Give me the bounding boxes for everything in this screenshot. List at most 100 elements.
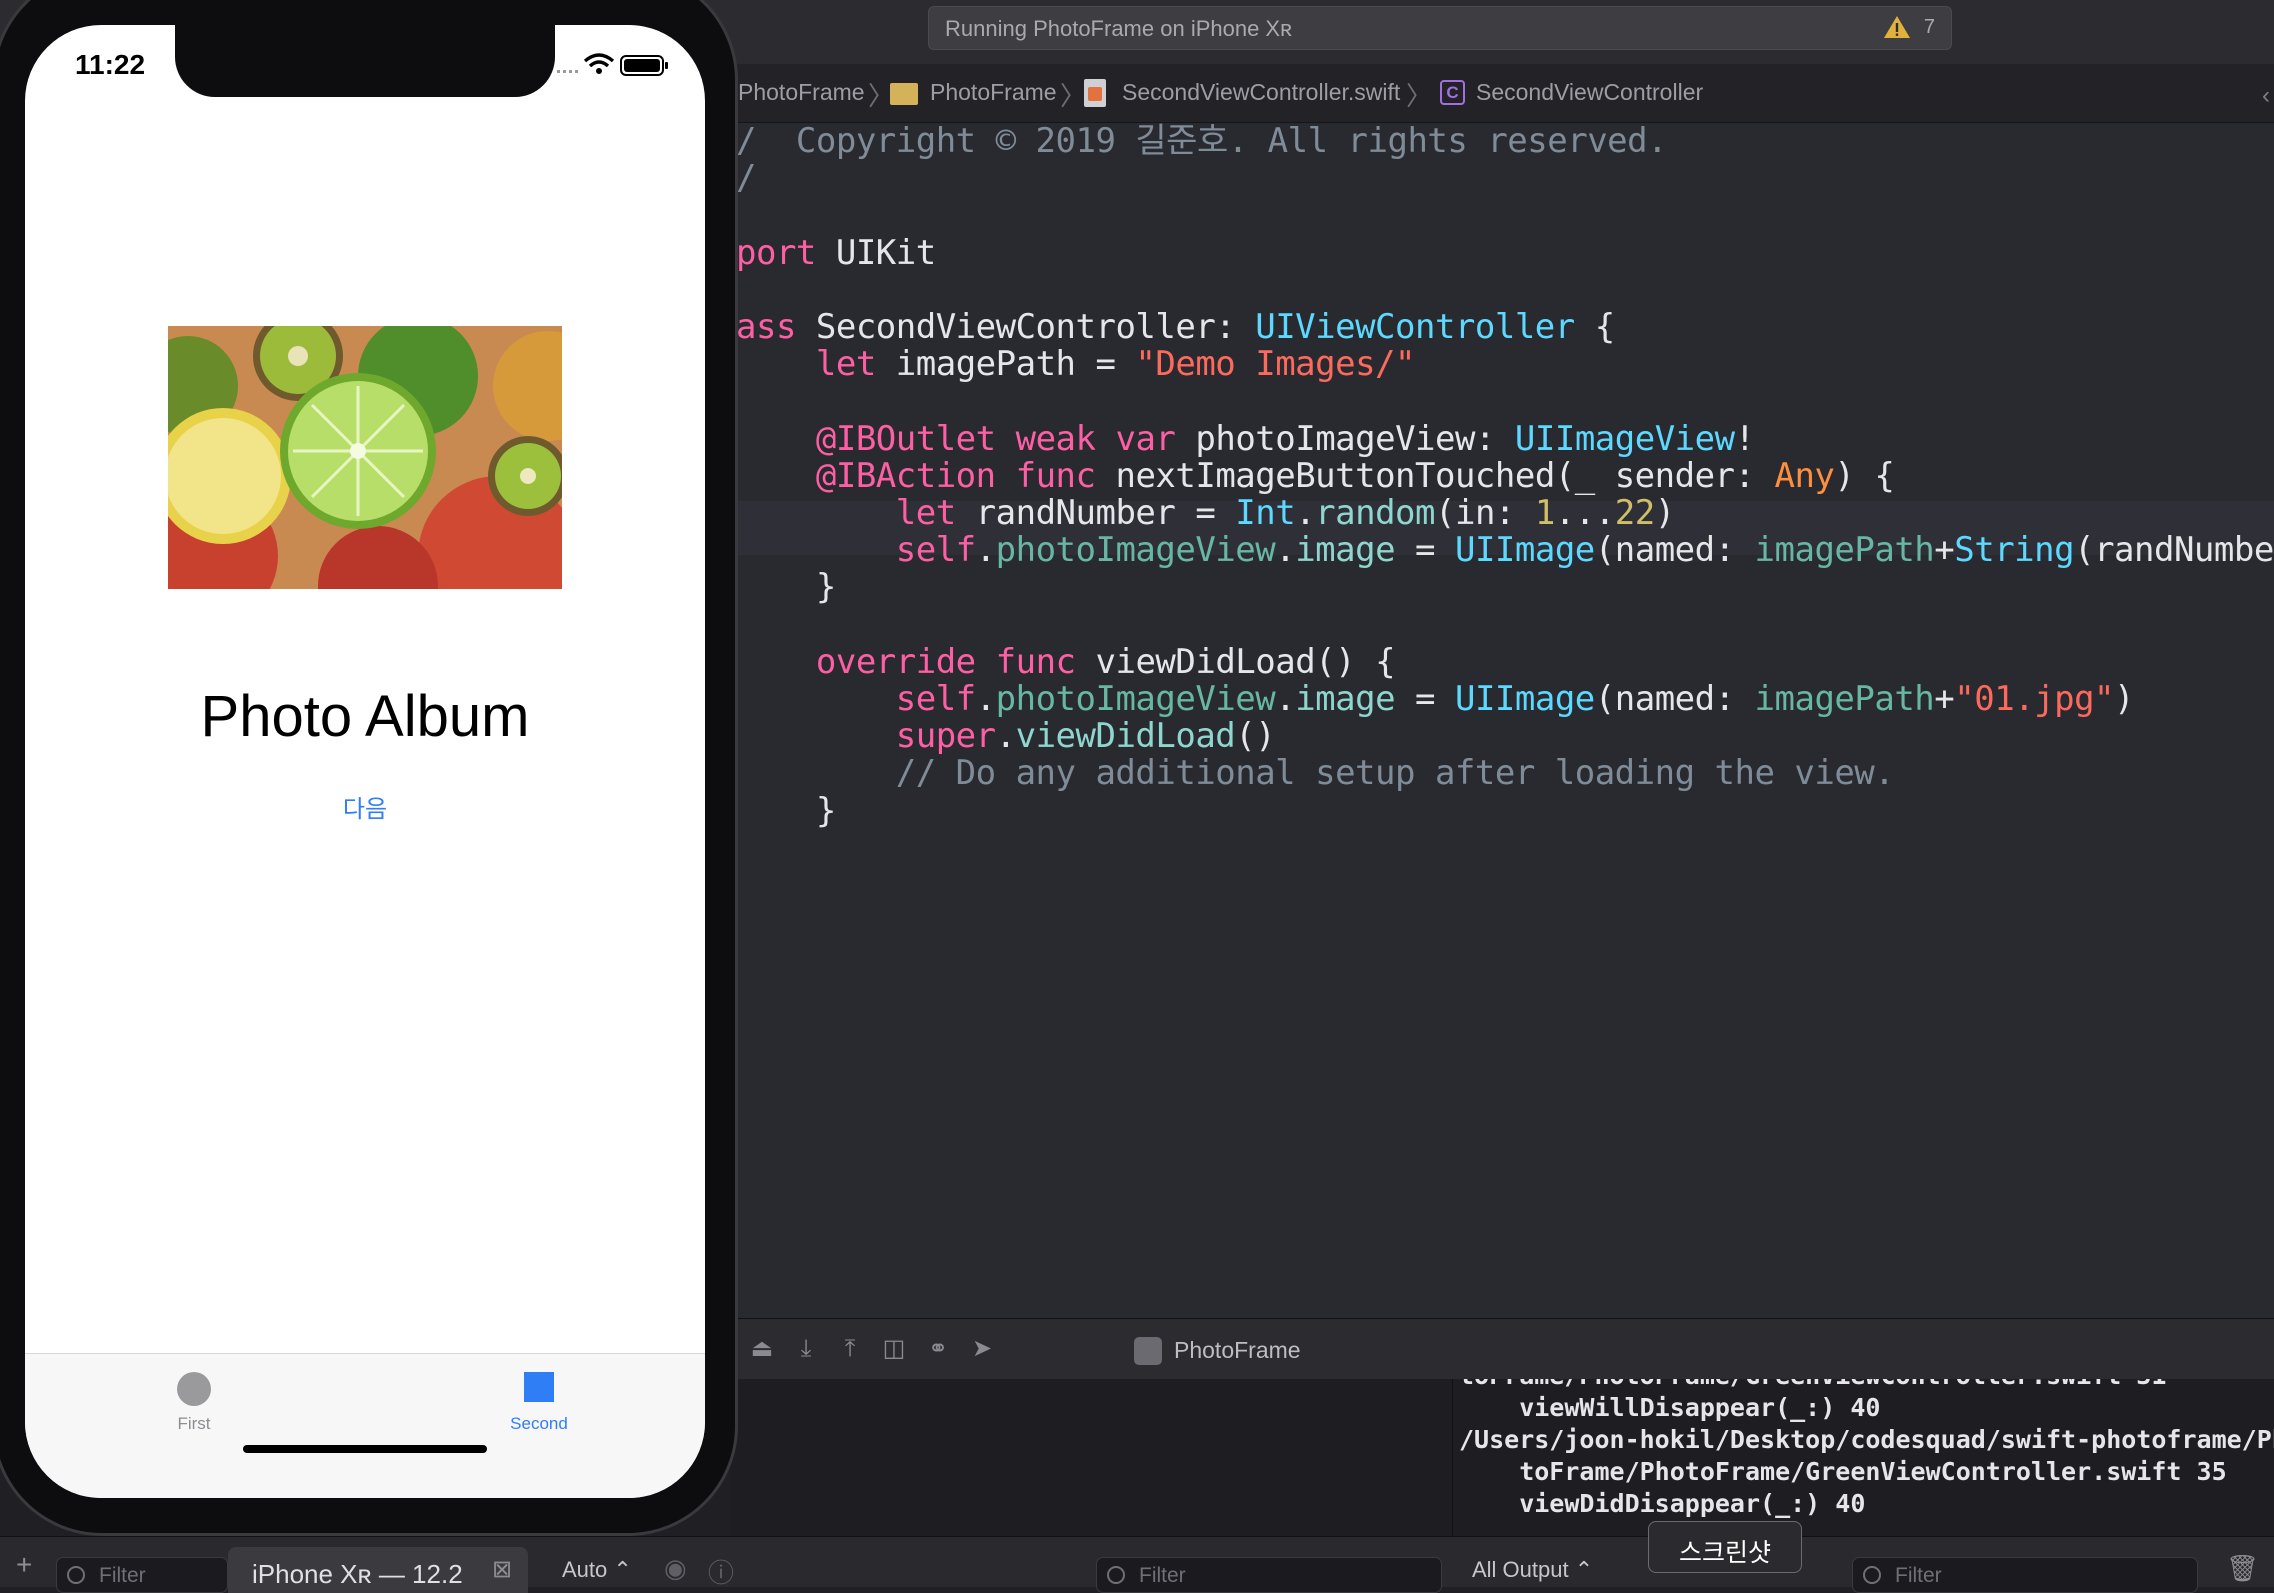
debug-bar: ⏏ ⤓ ⤒ ◫ ⚭ ➤ PhotoFrame	[730, 1318, 2274, 1380]
swift-file-icon	[1084, 79, 1106, 107]
filter-placeholder: Filter	[99, 1564, 146, 1587]
code-token: imagePath =	[875, 344, 1136, 385]
tab-first-icon[interactable]	[177, 1372, 211, 1406]
breadcrumb-file[interactable]: SecondViewController.swift	[1122, 79, 1400, 106]
breadcrumb-separator-icon: 〉	[1406, 81, 1433, 111]
filter-placeholder: Filter	[1139, 1564, 1186, 1587]
app-target-icon	[1134, 1337, 1162, 1365]
activity-view[interactable]: Running PhotoFrame on iPhone Xʀ 7	[928, 6, 1952, 50]
code-token: )	[2114, 679, 2135, 719]
code-token: UIKit	[815, 232, 936, 273]
code-token: {	[1574, 307, 1615, 347]
console-line: toFrame/PhotoFrame/GreenViewController.s…	[1459, 1457, 2227, 1486]
code-line: /	[736, 151, 756, 205]
code-line: self.photoImageView.image = UIImage(name…	[736, 523, 2274, 577]
debug-target-label[interactable]: PhotoFrame	[1174, 1337, 1301, 1364]
filter-placeholder: Filter	[1895, 1564, 1942, 1587]
code-line: }	[736, 560, 836, 614]
step-over-icon[interactable]: ⤓	[792, 1335, 820, 1363]
eye-icon[interactable]: ◉	[664, 1553, 687, 1584]
album-title: Photo Album	[200, 684, 530, 749]
console-line: viewWillDisappear(_:) 40	[1459, 1393, 1881, 1422]
jump-bar: PhotoFrame 〉 PhotoFrame 〉 SecondViewCont…	[730, 64, 2274, 123]
code-token: image	[1295, 530, 1396, 571]
code-token: .	[1275, 530, 1296, 571]
code-token: photoImageView	[995, 530, 1276, 571]
filter-icon	[67, 1566, 85, 1584]
bottom-bar: + Filter iPhone Xʀ — 12.2 ⊠ Auto ⌃ ◉ ⓘ F…	[0, 1536, 2274, 1593]
trash-icon[interactable]: 🗑	[2226, 1553, 2259, 1584]
next-button[interactable]: 다음	[25, 789, 705, 824]
code-token: +	[1934, 679, 1955, 719]
code-token: // Do any additional setup after loading…	[736, 753, 1895, 794]
code-token: .	[975, 530, 996, 571]
code-token: ) {	[1834, 455, 1895, 496]
tab-bar: First Second	[25, 1353, 705, 1498]
cellular-signal-icon	[557, 70, 578, 73]
all-output-selector[interactable]: All Output ⌃	[1472, 1557, 1593, 1583]
navigator-filter-field[interactable]: Filter	[56, 1557, 228, 1593]
folder-icon	[890, 83, 918, 105]
tab-second-label[interactable]: Second	[489, 1414, 589, 1434]
iphone-simulator: 11:22 Photo Album 다음 First Second	[0, 0, 738, 1536]
auto-selector[interactable]: Auto ⌃	[562, 1557, 632, 1583]
code-line: let imagePath = "Demo Images/"	[736, 337, 1416, 391]
code-line: // Do any additional setup after loading…	[736, 746, 1895, 800]
tooltip-text: 스크린샷	[1678, 1539, 1771, 1567]
code-token: (named:	[1594, 530, 1755, 571]
breadcrumb-symbol[interactable]: SecondViewController	[1476, 79, 1703, 106]
wifi-icon	[583, 53, 615, 74]
info-icon[interactable]: ⓘ	[708, 1553, 734, 1590]
code-token: port	[736, 232, 816, 273]
source-editor[interactable]: / Copyright © 2019 길준호. All rights reser…	[730, 123, 2274, 1318]
filter-icon	[1863, 1566, 1881, 1584]
class-symbol-icon: C	[1440, 80, 1465, 105]
code-token: }	[736, 790, 836, 831]
code-token: String	[1954, 530, 2075, 571]
code-line: / Copyright © 2019 길준호. All rights reser…	[736, 123, 1668, 168]
home-indicator[interactable]	[243, 1445, 487, 1453]
code-token: }	[736, 567, 836, 608]
breadcrumb-project[interactable]: PhotoFrame	[738, 79, 865, 106]
code-token: "01.jpg"	[1954, 679, 2115, 719]
code-token: /	[736, 158, 756, 199]
code-token: (randNumber)+	[2074, 530, 2274, 571]
code-token: UIImage	[1454, 679, 1595, 719]
phone-screen[interactable]: 11:22 Photo Album 다음 First Second	[25, 25, 705, 1498]
code-token: "Demo Images/"	[1135, 344, 1415, 385]
memory-graph-icon[interactable]: ⚭	[924, 1335, 952, 1363]
add-icon[interactable]: +	[16, 1549, 32, 1581]
code-token: Any	[1774, 455, 1835, 496]
tab-first-label[interactable]: First	[143, 1414, 245, 1434]
device-tab[interactable]: iPhone Xʀ — 12.2	[228, 1547, 528, 1593]
code-token: =	[1395, 530, 1455, 571]
location-icon[interactable]: ➤	[968, 1335, 996, 1363]
code-token: +	[1934, 530, 1955, 571]
console-line: /Users/joon-hokil/Desktop/codesquad/swif…	[1459, 1425, 2274, 1454]
hide-debug-area-icon[interactable]: ⏏	[748, 1335, 776, 1363]
fruit-photo	[168, 326, 562, 589]
breadcrumb-group[interactable]: PhotoFrame	[930, 79, 1057, 106]
step-out-icon[interactable]: ⤒	[836, 1335, 864, 1363]
activity-status: Running PhotoFrame on iPhone Xʀ	[945, 16, 1293, 41]
code-token: image	[1295, 679, 1396, 719]
console-filter-field[interactable]: Filter	[1852, 1557, 2198, 1593]
chevron-left-icon[interactable]: ‹	[2262, 82, 2270, 110]
filter-icon	[1107, 1566, 1125, 1584]
status-bar-time: 11:22	[75, 49, 146, 80]
battery-icon	[620, 55, 668, 76]
breadcrumb-separator-icon: 〉	[1060, 81, 1087, 111]
phone-notch	[175, 25, 555, 97]
tooltip: 스크린샷	[1648, 1521, 1802, 1573]
tab-second-icon[interactable]	[524, 1372, 554, 1402]
code-token: UIImage	[1454, 530, 1595, 571]
status-bar-icons	[557, 53, 668, 76]
view-hierarchy-icon[interactable]: ◫	[880, 1335, 908, 1363]
console-line: viewDidDisappear(_:) 40	[1459, 1489, 1866, 1518]
warning-icon[interactable]	[1883, 14, 1911, 40]
variables-filter-field[interactable]: Filter	[1096, 1557, 1442, 1593]
close-tab-icon[interactable]: ⊠	[492, 1555, 512, 1584]
code-token: imagePath	[1754, 530, 1935, 571]
code-token: =	[1395, 679, 1455, 719]
